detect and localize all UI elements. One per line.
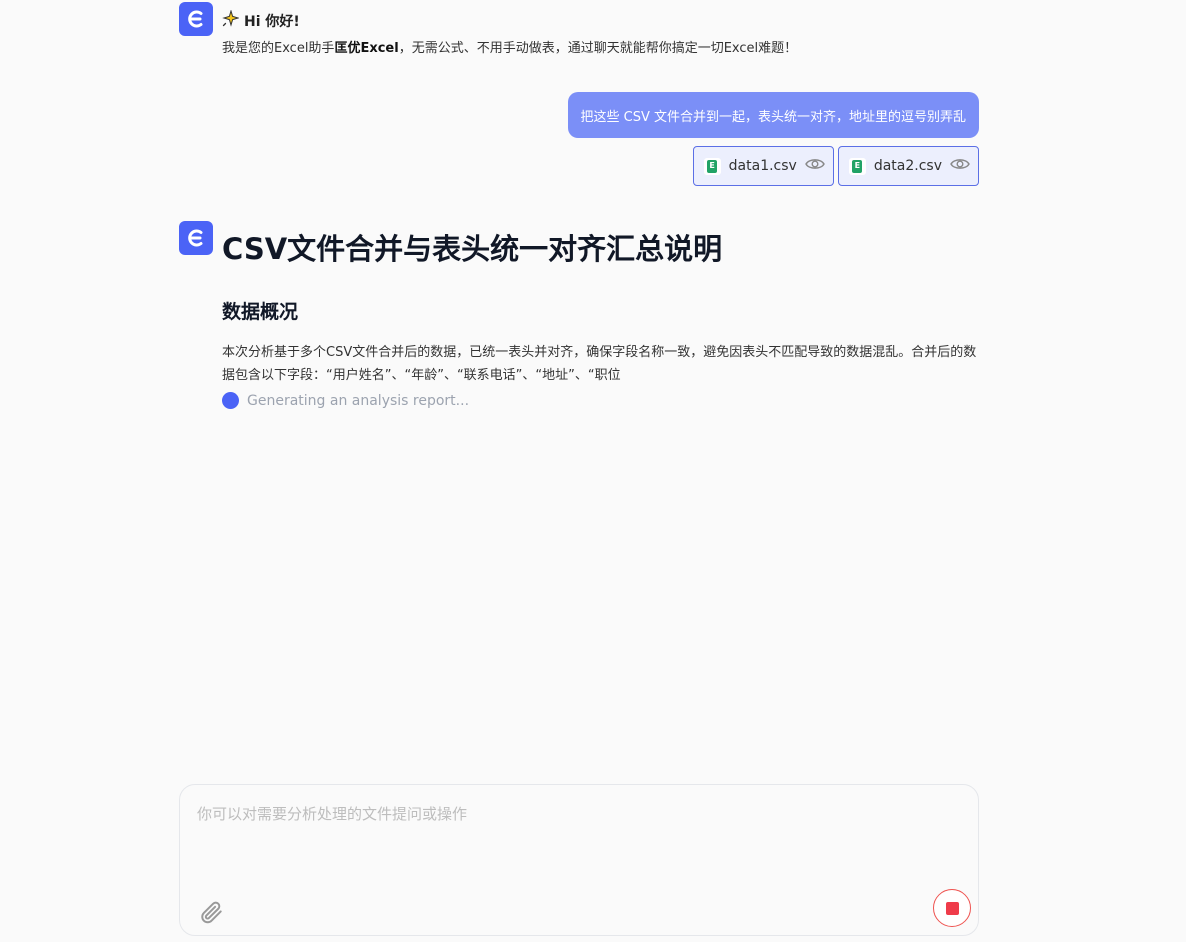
excel-file-icon: E (848, 157, 866, 175)
file-chip-data1[interactable]: E data1.csv (692, 146, 834, 186)
file-name: data1.csv (728, 158, 797, 174)
excel-logo-icon (188, 10, 203, 28)
stop-generating-button[interactable] (933, 889, 971, 927)
greeting-body-prefix: 我是您的Excel助手 (222, 41, 335, 56)
message-input[interactable] (197, 803, 957, 873)
greeting-body: 我是您的Excel助手匡优Excel，无需公式、不用手动做表，通过聊天就能帮你搞… (222, 37, 797, 56)
preview-eye-icon[interactable] (950, 157, 970, 175)
report-paragraph: 本次分析基于多个CSV文件合并后的数据，已统一表头并对齐，确保字段名称一致，避免… (222, 345, 977, 383)
sparkle-icon (222, 9, 240, 31)
assistant-avatar (179, 221, 213, 255)
file-chip-data2[interactable]: E data2.csv (837, 146, 979, 186)
generating-status-text: Generating an analysis report... (247, 392, 470, 409)
paperclip-icon (201, 901, 222, 924)
greeting-title: Hi 你好! (222, 9, 300, 31)
user-message-text: 把这些 CSV 文件合并到一起，表头统一对齐，地址里的逗号别弄乱 (580, 109, 967, 125)
attached-files: E data1.csv E data2.csv (692, 146, 979, 186)
attach-button[interactable] (196, 897, 226, 927)
loading-dot-icon (222, 392, 239, 409)
greeting-title-text: Hi 你好! (244, 13, 300, 30)
user-message-bubble: 把这些 CSV 文件合并到一起，表头统一对齐，地址里的逗号别弄乱 (567, 92, 979, 138)
file-name: data2.csv (873, 158, 942, 174)
preview-eye-icon[interactable] (805, 157, 825, 175)
excel-file-icon: E (703, 157, 721, 175)
section-title: 数据概况 (222, 301, 299, 323)
greeting-body-suffix: ，无需公式、不用手动做表，通过聊天就能帮你搞定一切Excel难题！ (398, 41, 798, 56)
stop-icon (945, 901, 959, 915)
report-title: CSV文件合并与表头统一对齐汇总说明 (222, 232, 723, 266)
message-composer (179, 784, 979, 936)
excel-logo-icon (188, 229, 203, 247)
assistant-avatar (179, 2, 213, 36)
generating-status: Generating an analysis report... (222, 392, 469, 409)
assistant-name: 匡优Excel (334, 41, 399, 56)
